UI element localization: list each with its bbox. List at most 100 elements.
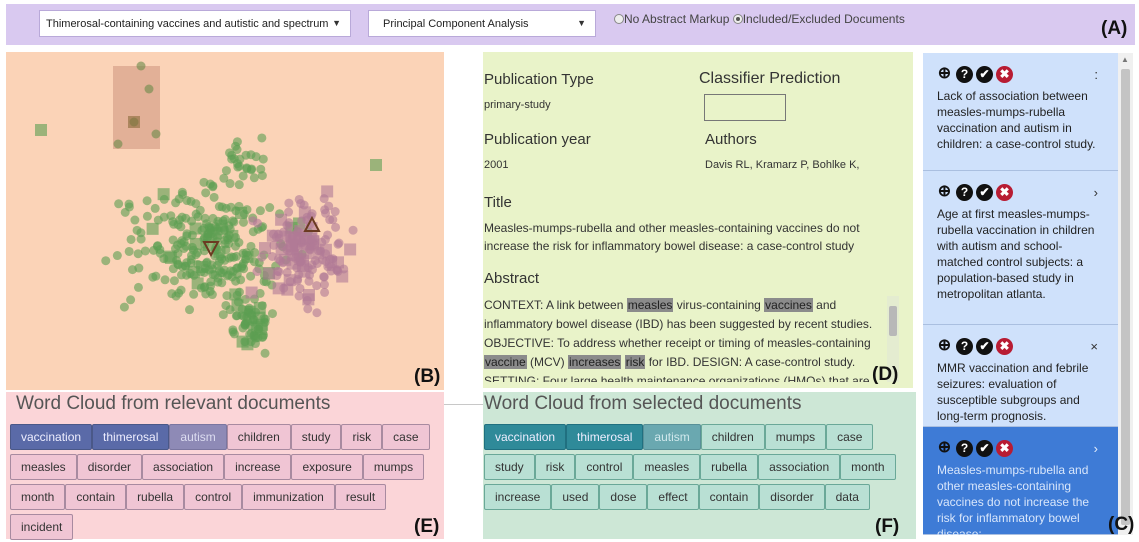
document-point-square[interactable]	[146, 222, 159, 235]
zoom-in-icon[interactable]: ⊕	[936, 184, 953, 201]
word-chip[interactable]: disorder	[759, 484, 825, 510]
check-icon[interactable]: ✔	[976, 184, 993, 201]
document-point[interactable]	[232, 290, 242, 300]
document-point[interactable]	[150, 203, 160, 213]
document-point[interactable]	[237, 262, 247, 272]
word-chip[interactable]: case	[826, 424, 874, 450]
document-point[interactable]	[136, 61, 146, 71]
document-point[interactable]	[312, 308, 322, 318]
document-point[interactable]	[221, 166, 231, 176]
document-point[interactable]	[242, 205, 252, 215]
document-point[interactable]	[101, 256, 111, 266]
cross-icon[interactable]: ✖	[996, 440, 1013, 457]
document-point[interactable]	[236, 275, 246, 285]
document-point[interactable]	[196, 267, 206, 277]
document-point[interactable]	[252, 267, 262, 277]
word-chip[interactable]: mumps	[764, 424, 827, 450]
document-point[interactable]	[227, 150, 237, 160]
document-point[interactable]	[284, 198, 294, 208]
document-point[interactable]	[221, 300, 231, 310]
document-point[interactable]	[238, 323, 248, 333]
document-point[interactable]	[159, 194, 169, 204]
word-chip[interactable]: thimerosal	[566, 424, 644, 450]
word-chip[interactable]: children	[226, 424, 291, 450]
projection-method-select[interactable]: Principal Component Analysis ▼	[368, 10, 596, 37]
document-point[interactable]	[199, 177, 209, 187]
document-point-square[interactable]	[255, 322, 268, 335]
radio-included-excluded[interactable]	[732, 14, 743, 24]
word-chip[interactable]: contain	[65, 484, 127, 510]
document-point[interactable]	[294, 291, 304, 301]
word-chip[interactable]: vaccination	[484, 424, 567, 450]
document-point[interactable]	[191, 250, 201, 260]
zoom-in-icon[interactable]: ⊕	[936, 440, 953, 457]
document-point[interactable]	[257, 252, 267, 262]
document-point[interactable]	[178, 189, 188, 199]
document-point[interactable]	[126, 295, 136, 305]
word-chip[interactable]: autism	[169, 424, 227, 450]
word-chip[interactable]: increase	[224, 454, 292, 480]
word-chip[interactable]: immunization	[242, 484, 335, 510]
document-point[interactable]	[168, 264, 178, 274]
document-point[interactable]	[328, 215, 338, 225]
document-point[interactable]	[303, 304, 313, 314]
word-chip[interactable]: month	[840, 454, 896, 480]
document-point[interactable]	[305, 244, 315, 254]
word-chip[interactable]: rubella	[700, 454, 759, 480]
scroll-up-icon[interactable]: ▲	[1121, 55, 1129, 64]
document-card[interactable]: ⊕? ✔ ✖ × MMR vaccination and febrile seizure…	[923, 325, 1118, 427]
document-point-square[interactable]	[272, 282, 285, 295]
document-point[interactable]	[151, 271, 161, 281]
document-point[interactable]	[248, 227, 258, 237]
word-chip[interactable]: result	[334, 484, 387, 510]
document-point[interactable]	[238, 217, 248, 227]
document-point[interactable]	[234, 180, 244, 190]
document-point[interactable]	[195, 205, 205, 215]
document-point-square[interactable]	[35, 124, 47, 136]
check-icon[interactable]: ✔	[976, 338, 993, 355]
word-chip[interactable]: incident	[10, 514, 74, 540]
document-point-square[interactable]	[321, 185, 334, 198]
document-point[interactable]	[268, 229, 278, 239]
document-point[interactable]	[312, 281, 322, 291]
document-point-square[interactable]	[288, 232, 301, 245]
word-chip[interactable]: disorder	[76, 454, 143, 480]
document-point[interactable]	[219, 173, 229, 183]
word-chip[interactable]: association	[758, 454, 841, 480]
document-point[interactable]	[168, 235, 178, 245]
word-chip[interactable]: association	[142, 454, 225, 480]
document-point[interactable]	[133, 249, 143, 259]
document-point[interactable]	[155, 245, 165, 255]
word-chip[interactable]: contain	[698, 484, 760, 510]
document-point[interactable]	[238, 248, 248, 258]
word-chip[interactable]: risk	[534, 454, 576, 480]
document-point[interactable]	[124, 246, 134, 256]
document-point[interactable]	[208, 182, 218, 192]
document-arrow-icon[interactable]: ›	[1094, 441, 1098, 456]
document-point[interactable]	[126, 234, 136, 244]
document-point-square[interactable]	[191, 277, 204, 290]
document-point[interactable]	[197, 225, 207, 235]
document-point[interactable]	[284, 207, 294, 217]
document-point[interactable]	[348, 225, 358, 235]
document-point[interactable]	[142, 211, 152, 221]
document-point[interactable]	[206, 229, 216, 239]
document-scatter-plot[interactable]: (B)	[6, 52, 444, 390]
document-point[interactable]	[231, 206, 241, 216]
document-point-square[interactable]	[370, 159, 382, 171]
word-chip[interactable]: dose	[599, 484, 648, 510]
word-chip[interactable]: rubella	[126, 484, 185, 510]
document-point[interactable]	[228, 325, 238, 335]
document-point[interactable]	[142, 196, 152, 206]
cross-icon[interactable]: ✖	[996, 184, 1013, 201]
document-point[interactable]	[225, 224, 235, 234]
document-card[interactable]: ⊕? ✔ ✖ › Measles-mumps-rubella and other mea…	[923, 427, 1118, 535]
document-point[interactable]	[114, 199, 124, 209]
document-point[interactable]	[218, 216, 228, 226]
cross-icon[interactable]: ✖	[996, 338, 1013, 355]
document-point[interactable]	[168, 217, 178, 227]
document-point[interactable]	[257, 133, 267, 143]
check-icon[interactable]: ✔	[976, 440, 993, 457]
document-point-square[interactable]	[128, 116, 140, 128]
word-chip[interactable]: used	[551, 484, 600, 510]
